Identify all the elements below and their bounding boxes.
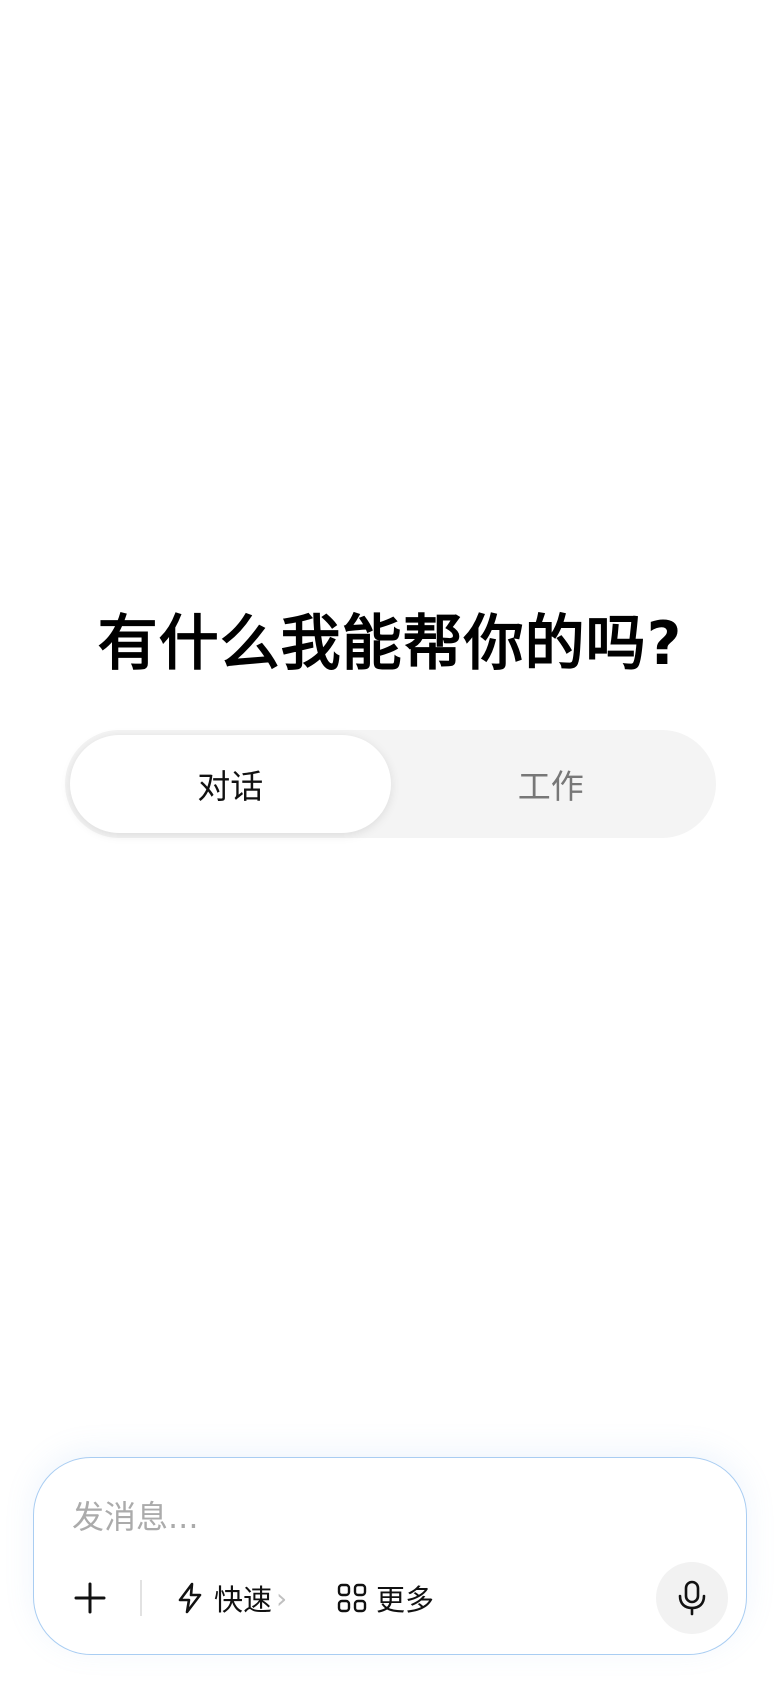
toolbar-divider [140,1580,142,1616]
mode-toggle: 对话 工作 [65,730,716,838]
grid-icon [336,1582,368,1614]
microphone-icon [678,1580,706,1616]
tab-chat[interactable]: 对话 [70,735,391,833]
voice-input-button[interactable] [656,1562,728,1634]
quick-mode-button[interactable]: 快速 › [174,1574,287,1622]
composer-card: 发消息... 快速 › 更多 [33,1457,747,1655]
composer-toolbar: 快速 › 更多 [34,1562,746,1638]
more-label: 更多 [376,1583,435,1617]
lightning-icon [174,1582,206,1614]
plus-icon [74,1582,106,1614]
add-button[interactable] [70,1578,110,1618]
tab-work[interactable]: 工作 [391,735,712,833]
chevron-right-icon: › [276,1581,288,1615]
quick-mode-label: 快速 [214,1583,273,1617]
message-input[interactable]: 发消息... [72,1492,199,1538]
more-button[interactable]: 更多 [336,1574,434,1622]
greeting-title: 有什么我能帮你的吗? [97,609,683,679]
app-screen: 有什么我能帮你的吗? 对话 工作 发消息... 快速 › 更多 [0,0,780,1688]
